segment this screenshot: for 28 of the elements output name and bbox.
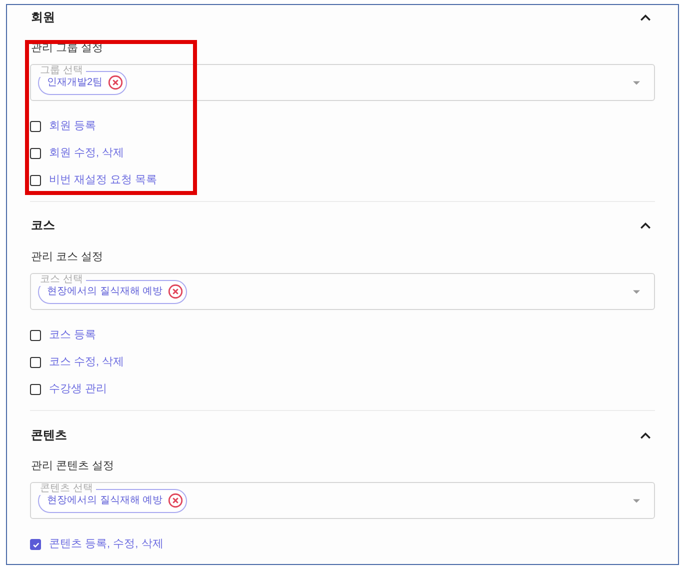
collapse-icon[interactable] xyxy=(640,14,651,20)
checkbox[interactable] xyxy=(30,148,41,159)
checkbox[interactable] xyxy=(30,121,41,132)
checkbox-label[interactable]: 회원 수정, 삭제 xyxy=(49,145,124,162)
checkbox-label[interactable]: 코스 등록 xyxy=(49,327,96,344)
checkbox[interactable] xyxy=(30,384,41,395)
remove-icon[interactable] xyxy=(108,75,123,90)
checkbox[interactable] xyxy=(30,175,41,186)
collapse-icon[interactable] xyxy=(640,222,651,228)
checkbox[interactable] xyxy=(30,539,41,550)
field-label: 관리 콘텐츠 설정 xyxy=(30,459,114,474)
remove-icon[interactable] xyxy=(168,493,183,508)
dropdown-icon[interactable] xyxy=(633,498,640,502)
field-label: 관리 코스 설정 xyxy=(30,250,104,265)
checkbox-label[interactable]: 회원 등록 xyxy=(49,118,96,135)
section-title: 회원 xyxy=(30,9,55,26)
checkbox-label[interactable]: 비번 재설정 요청 목록 xyxy=(49,172,158,189)
section-title: 콘텐츠 xyxy=(30,427,67,444)
remove-icon[interactable] xyxy=(168,284,183,299)
checkbox-label[interactable]: 수강생 관리 xyxy=(49,381,108,398)
checkbox[interactable] xyxy=(30,357,41,368)
checkbox-label[interactable]: 코스 수정, 삭제 xyxy=(49,354,124,371)
dropdown-icon[interactable] xyxy=(633,80,640,84)
collapse-icon[interactable] xyxy=(640,432,651,438)
checkbox-label[interactable]: 콘텐츠 등록, 수정, 삭제 xyxy=(49,536,164,553)
dropdown-icon[interactable] xyxy=(633,290,640,294)
checkbox[interactable] xyxy=(30,330,41,341)
section-title: 코스 xyxy=(30,217,55,234)
